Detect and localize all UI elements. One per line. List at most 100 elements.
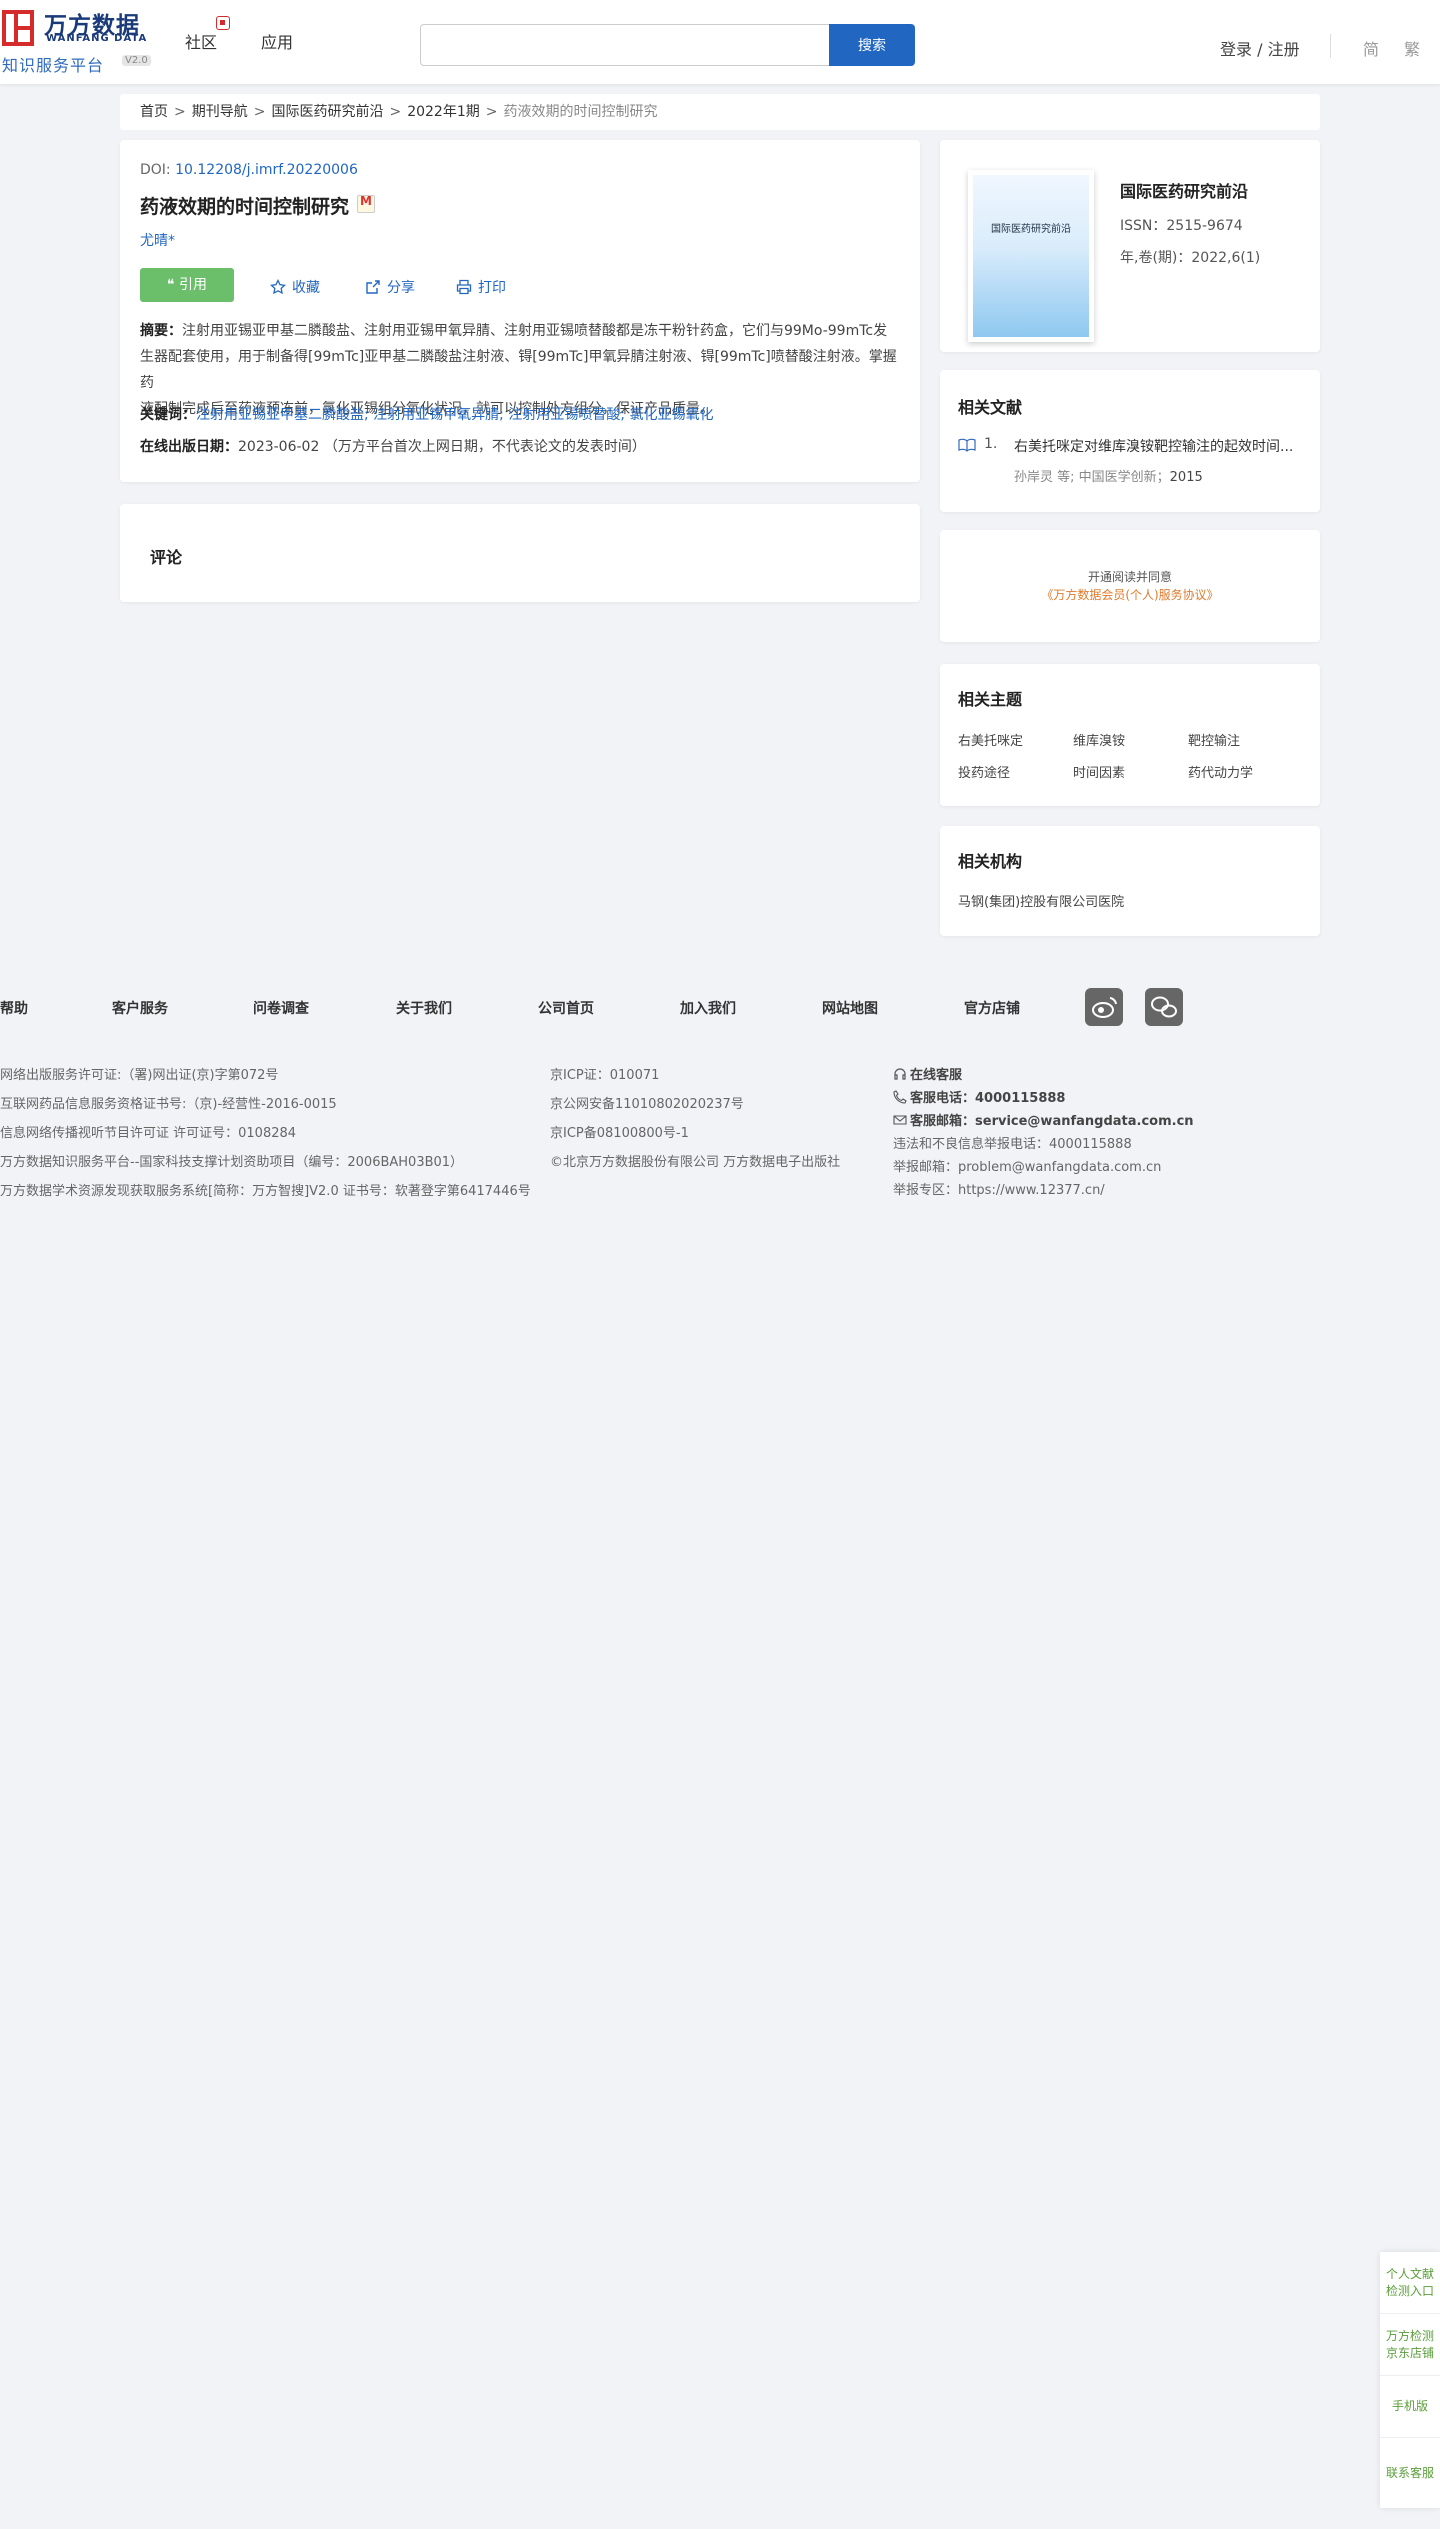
search-button[interactable]: 搜索 — [829, 24, 915, 66]
new-badge-icon — [216, 16, 230, 30]
wechat-icon[interactable] — [1145, 988, 1183, 1026]
footer-survey[interactable]: 问卷调查 — [253, 998, 309, 1018]
footer-about[interactable]: 关于我们 — [396, 998, 452, 1018]
footer-icp-2: 京公网安备11010802020237号 — [550, 1097, 744, 1112]
doi-link[interactable]: 10.12208/j.imrf.20220006 — [175, 162, 358, 178]
org-link[interactable]: 马钢(集团)控股有限公司医院 — [958, 891, 1124, 910]
breadcrumb-journal-nav[interactable]: 期刊导航 — [192, 104, 248, 120]
abstract-text-1: 注射用亚锡亚甲基二膦酸盐、注射用亚锡甲氧异腈、注射用亚锡喷替酸都是冻干粉针药盒，… — [182, 323, 888, 339]
logo-text-en: WANFANG DATA — [46, 33, 148, 44]
journal-card: 国际医药研究前沿 国际医药研究前沿 ISSN：2515-9674 年,卷(期)：… — [940, 140, 1320, 352]
star-icon — [270, 278, 286, 295]
breadcrumb-journal[interactable]: 国际医药研究前沿 — [271, 104, 383, 120]
breadcrumb-issue[interactable]: 2022年1期 — [407, 104, 480, 120]
mail-icon — [893, 1115, 907, 1125]
topic-link[interactable]: 右美托咪定 — [958, 730, 1023, 749]
lang-traditional[interactable]: 繁 — [1404, 36, 1420, 60]
membership-agreement-link[interactable]: 《万方数据会员(个人)服务协议》 — [940, 586, 1320, 603]
related-doc-year: 2015 — [1169, 470, 1203, 485]
report-phone: 违法和不良信息举报电话：4000115888 — [893, 1137, 1132, 1152]
pubdate-note: （万方平台首次上网日期，不代表论文的发表时间） — [323, 439, 646, 455]
footer-help[interactable]: 帮助 — [0, 998, 28, 1018]
keyword-link[interactable]: 注射用亚锡喷替酸; — [508, 407, 625, 423]
float-mobile[interactable]: 手机版 — [1380, 2376, 1440, 2438]
footer-sitemap[interactable]: 网站地图 — [822, 998, 878, 1018]
phone-icon — [893, 1090, 907, 1104]
author-link[interactable]: 尤晴* — [140, 230, 175, 250]
lang-simplified[interactable]: 简 — [1363, 36, 1379, 60]
breadcrumb: 首页 > 期刊导航 > 国际医药研究前沿 >2022年1期 > 药液效期的时间控制研究 — [120, 94, 1320, 130]
comments-title: 评论 — [150, 548, 183, 567]
related-topics-title: 相关主题 — [958, 690, 1023, 709]
membership-prompt: 开通阅读并同意 — [1087, 570, 1172, 584]
related-orgs-card: 相关机构 马钢(集团)控股有限公司医院 — [940, 826, 1320, 936]
weibo-icon[interactable] — [1085, 988, 1123, 1026]
topic-link[interactable]: 维库溴铵 — [1073, 730, 1125, 749]
nav-apps[interactable]: 应用 — [261, 29, 293, 53]
printer-icon — [456, 279, 472, 295]
cover-title: 国际医药研究前沿 — [991, 224, 1071, 235]
online-service-label: 在线客服 — [910, 1068, 963, 1083]
journal-name[interactable]: 国际医药研究前沿 — [1120, 178, 1248, 202]
membership-card: 开通阅读并同意 《万方数据会员(个人)服务协议》 — [940, 530, 1320, 642]
pubdate-label: 在线出版日期： — [140, 439, 238, 455]
favorite-button[interactable]: 收藏 — [270, 277, 320, 297]
print-label: 打印 — [478, 280, 506, 296]
keyword-link[interactable]: 氯化亚锡氧化 — [630, 407, 714, 423]
logo-subtitle: 知识服务平台 — [2, 56, 105, 75]
footer-customer-service[interactable]: 客户服务 — [112, 998, 168, 1018]
favorite-label: 收藏 — [292, 280, 320, 296]
footer-icp-3: 京ICP备08100800号-1 — [550, 1126, 689, 1141]
nav-community[interactable]: 社区 — [185, 29, 217, 53]
keyword-link[interactable]: 注射用亚锡亚甲基二膦酸盐; — [196, 407, 369, 423]
float-doc-check[interactable]: 个人文献检测入口 — [1380, 2252, 1440, 2314]
footer-license-1: 网络出版服务许可证:（署)网出证(京)字第072号 — [0, 1068, 279, 1083]
version-badge: V2.0 — [122, 55, 151, 66]
online-service[interactable]: 在线客服 — [893, 1064, 962, 1083]
topic-link[interactable]: 药代动力学 — [1188, 762, 1253, 781]
topic-link[interactable]: 靶控输注 — [1188, 730, 1240, 749]
pubdate-line: 在线出版日期：2023-06-02 （万方平台首次上网日期，不代表论文的发表时间… — [140, 434, 646, 460]
search-input[interactable] — [420, 24, 830, 66]
email-value[interactable]: service@wanfangdata.com.cn — [975, 1114, 1194, 1129]
float-jd-store[interactable]: 万方检测京东店铺 — [1380, 2314, 1440, 2376]
article-title: 药液效期的时间控制研究 — [140, 192, 376, 219]
print-button[interactable]: 打印 — [456, 277, 506, 297]
login-register-link[interactable]: 登录 / 注册 — [1220, 36, 1300, 60]
article-card: DOI: 10.12208/j.imrf.20220006 药液效期的时间控制研… — [120, 140, 920, 482]
journal-issn: ISSN：2515-9674 — [1120, 218, 1243, 234]
wanfang-logo[interactable]: 万方数据 WANFANG DATA 知识服务平台 V2.0 — [0, 8, 155, 75]
report-zone[interactable]: 举报专区：https://www.12377.cn/ — [893, 1179, 1105, 1198]
breadcrumb-current: 药液效期的时间控制研究 — [503, 104, 658, 120]
article-title-text: 药液效期的时间控制研究 — [140, 196, 350, 218]
service-phone: 客服电话：4000115888 — [893, 1087, 1065, 1106]
report-email: 举报邮箱：problem@wanfangdata.com.cn — [893, 1160, 1162, 1175]
abstract-label: 摘要： — [140, 323, 182, 339]
marked-icon — [357, 194, 376, 213]
top-header: 万方数据 WANFANG DATA 知识服务平台 V2.0 社区 应用 搜索 登… — [0, 0, 1440, 84]
share-icon — [366, 280, 380, 294]
footer-join-us[interactable]: 加入我们 — [680, 998, 736, 1018]
keyword-link[interactable]: 注射用亚锡甲氧异腈; — [373, 407, 504, 423]
footer-official-store[interactable]: 官方店铺 — [964, 998, 1020, 1018]
journal-cover[interactable]: 国际医药研究前沿 — [968, 170, 1094, 342]
footer-license-5: 万方数据学术资源发现获取服务系统[简称：万方智搜]V2.0 证书号：软著登字第6… — [0, 1184, 531, 1199]
headset-icon — [894, 1068, 906, 1080]
footer-company-home[interactable]: 公司首页 — [538, 998, 594, 1018]
comments-card: 评论 — [120, 504, 920, 602]
service-email: 客服邮箱：service@wanfangdata.com.cn — [893, 1110, 1194, 1129]
keywords-line: 关键词：注射用亚锡亚甲基二膦酸盐; 注射用亚锡甲氧异腈; 注射用亚锡喷替酸; 氯… — [140, 402, 714, 428]
float-contact[interactable]: 联系客服 — [1380, 2438, 1440, 2508]
breadcrumb-home[interactable]: 首页 — [140, 104, 168, 120]
related-docs-card: 相关文献 1. 右美托咪定对维库溴铵靶控输注的起效时间... 孙岸灵 等; 中国… — [940, 370, 1320, 512]
doi-label: DOI: — [140, 162, 176, 178]
footer-license-3: 信息网络传播视听节目许可证 许可证号：0108284 — [0, 1126, 297, 1141]
topic-link[interactable]: 时间因素 — [1073, 762, 1125, 781]
topic-link[interactable]: 投药途径 — [958, 762, 1010, 781]
keywords-label: 关键词： — [140, 407, 196, 423]
related-doc-title[interactable]: 右美托咪定对维库溴铵靶控输注的起效时间... — [1014, 436, 1294, 456]
related-topics-card: 相关主题 右美托咪定 维库溴铵 靶控输注 投药途径 时间因素 药代动力学 — [940, 664, 1320, 806]
cite-button[interactable]: ❝ 引用 — [140, 268, 234, 302]
share-button[interactable]: 分享 — [365, 277, 415, 297]
logo-mark-icon — [2, 10, 34, 46]
